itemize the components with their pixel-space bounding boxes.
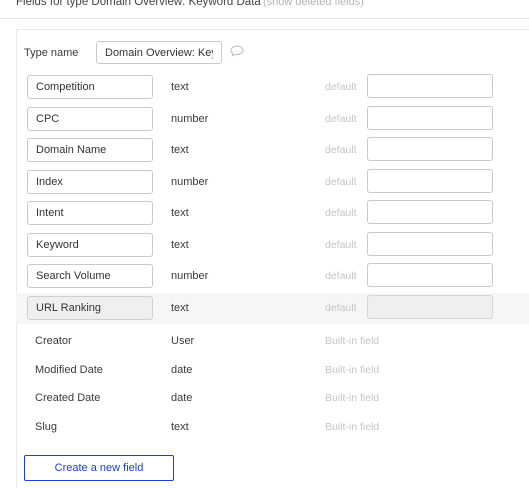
type-name-label: Type name [24, 47, 79, 59]
default-value-input[interactable] [367, 74, 493, 98]
field-type: number [171, 113, 209, 125]
field-name-input[interactable]: Competition [27, 75, 153, 99]
builtin-row-creator: Creator User Built-in field [16, 331, 529, 353]
builtin-field-type: date [171, 364, 193, 376]
default-value-input[interactable] [367, 200, 493, 224]
page-title: Fields for type Domain Overview: Keyword… [16, 0, 261, 8]
default-label: default [325, 302, 357, 314]
field-row-competition: Competition text default [16, 72, 529, 103]
builtin-field-name: Creator [35, 335, 72, 347]
field-type: text [171, 302, 189, 314]
builtin-field-label: Built-in field [325, 364, 380, 376]
field-name-input[interactable]: Domain Name [27, 138, 153, 162]
field-name-input[interactable]: URL Ranking [27, 296, 153, 320]
builtin-row-modified-date: Modified Date date Built-in field [16, 360, 529, 382]
builtin-field-name: Created Date [35, 392, 101, 404]
type-name-input[interactable] [96, 41, 222, 64]
field-name-input[interactable]: Intent [27, 201, 153, 225]
builtin-row-created-date: Created Date date Built-in field [16, 388, 529, 410]
default-value-input[interactable] [367, 263, 493, 287]
default-label: default [325, 270, 357, 282]
default-value-input[interactable] [367, 169, 493, 193]
default-label: default [325, 81, 357, 93]
builtin-row-slug: Slug text Built-in field [16, 417, 529, 439]
field-name-input[interactable]: Keyword [27, 233, 153, 257]
field-row-cpc: CPC number default [16, 104, 529, 135]
field-type: number [171, 176, 209, 188]
field-name-input[interactable]: CPC [27, 107, 153, 131]
field-row-index: Index number default [16, 167, 529, 198]
field-name-input[interactable]: Index [27, 170, 153, 194]
builtin-field-label: Built-in field [325, 421, 380, 433]
field-type: text [171, 239, 189, 251]
create-new-field-button[interactable]: Create a new field [24, 455, 174, 481]
default-label: default [325, 113, 357, 125]
field-type: text [171, 207, 189, 219]
field-row-keyword: Keyword text default [16, 230, 529, 261]
field-name-input[interactable]: Search Volume [27, 264, 153, 288]
builtin-field-label: Built-in field [325, 335, 380, 347]
field-type: text [171, 144, 189, 156]
field-type: number [171, 270, 209, 282]
field-row-domain-name: Domain Name text default [16, 135, 529, 166]
default-label: default [325, 176, 357, 188]
default-label: default [325, 144, 357, 156]
default-value-input[interactable] [367, 232, 493, 256]
comment-icon[interactable] [230, 45, 244, 57]
field-row-url-ranking: URL Ranking text default [16, 293, 529, 324]
builtin-field-type: date [171, 392, 193, 404]
builtin-field-name: Slug [35, 421, 58, 433]
field-type: text [171, 81, 189, 93]
default-value-input[interactable] [367, 137, 493, 161]
default-label: default [325, 239, 357, 251]
builtin-field-label: Built-in field [325, 392, 380, 404]
builtin-field-name: Modified Date [35, 364, 103, 376]
field-row-intent: Intent text default [16, 198, 529, 229]
builtin-field-type: User [171, 335, 195, 347]
page-header: Fields for type Domain Overview: Keyword… [0, 0, 529, 19]
field-row-search-volume: Search Volume number default [16, 261, 529, 292]
default-value-input[interactable] [367, 106, 493, 130]
default-label: default [325, 207, 357, 219]
show-deleted-fields-link[interactable]: (show deleted fields) [263, 0, 364, 8]
default-value-input[interactable] [367, 295, 493, 319]
builtin-field-type: text [171, 421, 189, 433]
